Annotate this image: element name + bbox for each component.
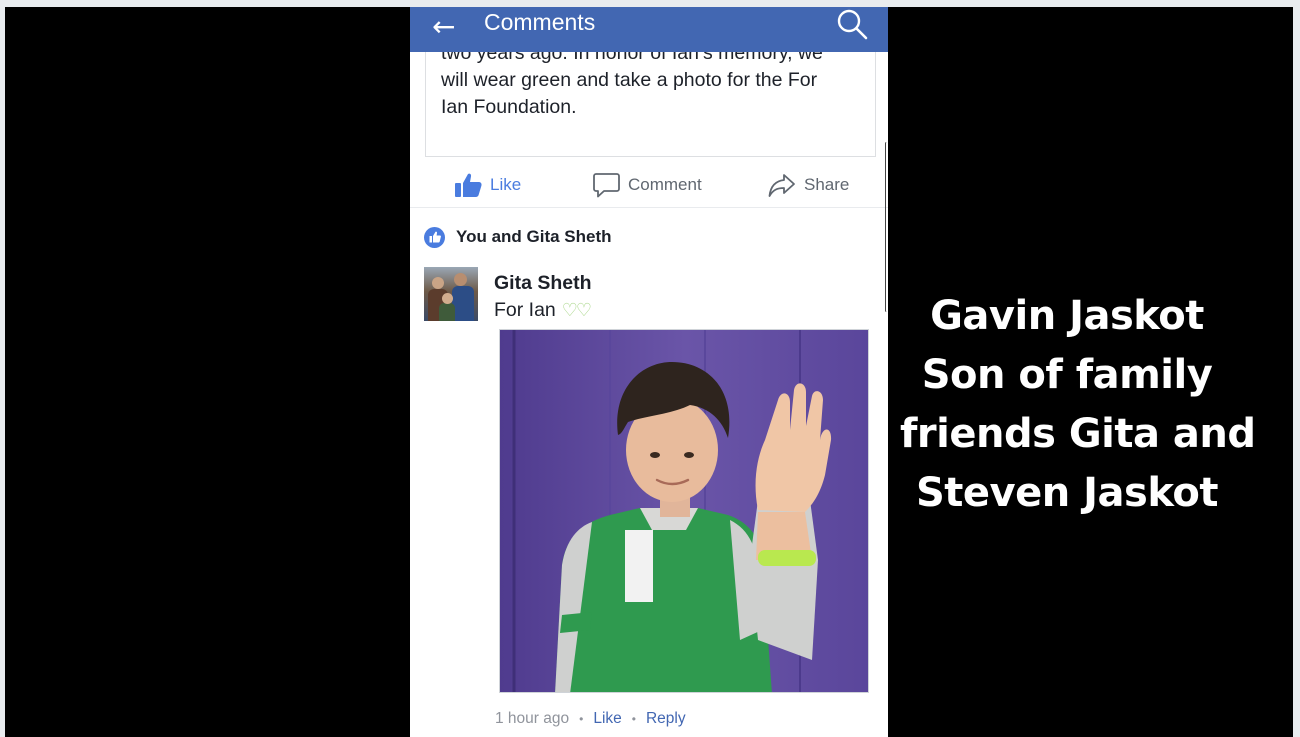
phone-screenshot: ← Comments two years ago. In honor of Ia… xyxy=(410,7,888,737)
green-heart-icon: ♡♡ xyxy=(561,300,592,321)
post-actions-bar: Like Comment Share xyxy=(410,162,888,208)
comment-photo[interactable] xyxy=(499,329,869,693)
shared-post-card: two years ago. In honor of Ian’s memory,… xyxy=(425,52,876,157)
share-arrow-icon xyxy=(768,174,795,197)
share-label: Share xyxy=(804,175,850,194)
comment-like-link[interactable]: Like xyxy=(593,710,621,728)
comment-bubble-icon xyxy=(593,173,620,198)
separator-dot: • xyxy=(579,712,584,726)
thumbs-up-icon xyxy=(455,173,482,197)
search-icon[interactable] xyxy=(835,7,869,41)
post-text-line: two years ago. In honor of Ian’s memory,… xyxy=(441,52,823,64)
comment-reply-link[interactable]: Reply xyxy=(646,710,686,728)
share-button[interactable]: Share xyxy=(768,170,849,200)
header-title: Comments xyxy=(484,9,596,35)
comment-meta: 1 hour ago • Like • Reply xyxy=(495,710,686,728)
caption-line: friends Gita and xyxy=(900,411,1256,457)
comments-header: ← Comments xyxy=(410,7,888,52)
reactions-summary[interactable]: You and Gita Sheth xyxy=(424,225,612,249)
post-text: two years ago. In honor of Ian’s memory,… xyxy=(441,52,866,121)
reactions-text: You and Gita Sheth xyxy=(456,227,612,246)
like-label: Like xyxy=(490,175,522,194)
post-text-line: will wear green and take a photo for the… xyxy=(441,69,818,91)
slide-caption: Gavin Jaskot Son of family friends Gita … xyxy=(900,287,1256,523)
arrow-left-icon[interactable]: ← xyxy=(432,9,455,45)
comment-text: For Ian ♡♡ xyxy=(494,299,592,322)
separator-dot: • xyxy=(631,712,636,726)
like-button[interactable]: Like xyxy=(454,170,521,200)
video-slide: ← Comments two years ago. In honor of Ia… xyxy=(5,7,1293,737)
comment-body: For Ian xyxy=(494,299,556,321)
avatar[interactable] xyxy=(424,267,478,321)
comment-timestamp: 1 hour ago xyxy=(495,710,570,727)
caption-line: Steven Jaskot xyxy=(916,470,1218,516)
comment-label: Comment xyxy=(628,175,702,194)
caption-line: Gavin Jaskot xyxy=(930,293,1204,339)
boy-photo-image xyxy=(500,330,868,692)
thumbs-up-icon xyxy=(424,226,445,248)
caption-line: Son of family xyxy=(921,352,1213,398)
phone-edge xyxy=(885,142,888,312)
post-text-line: Ian Foundation. xyxy=(441,96,577,118)
comment-button[interactable]: Comment xyxy=(593,170,702,200)
comment-author[interactable]: Gita Sheth xyxy=(494,272,592,295)
